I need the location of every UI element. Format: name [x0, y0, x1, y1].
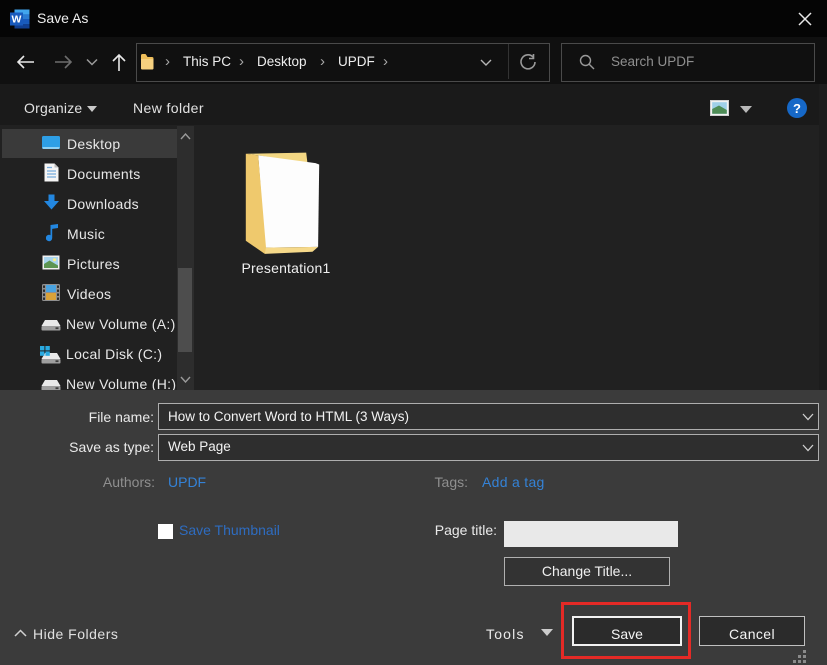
svg-text:W: W	[12, 14, 22, 26]
svg-text:?: ?	[793, 101, 801, 116]
